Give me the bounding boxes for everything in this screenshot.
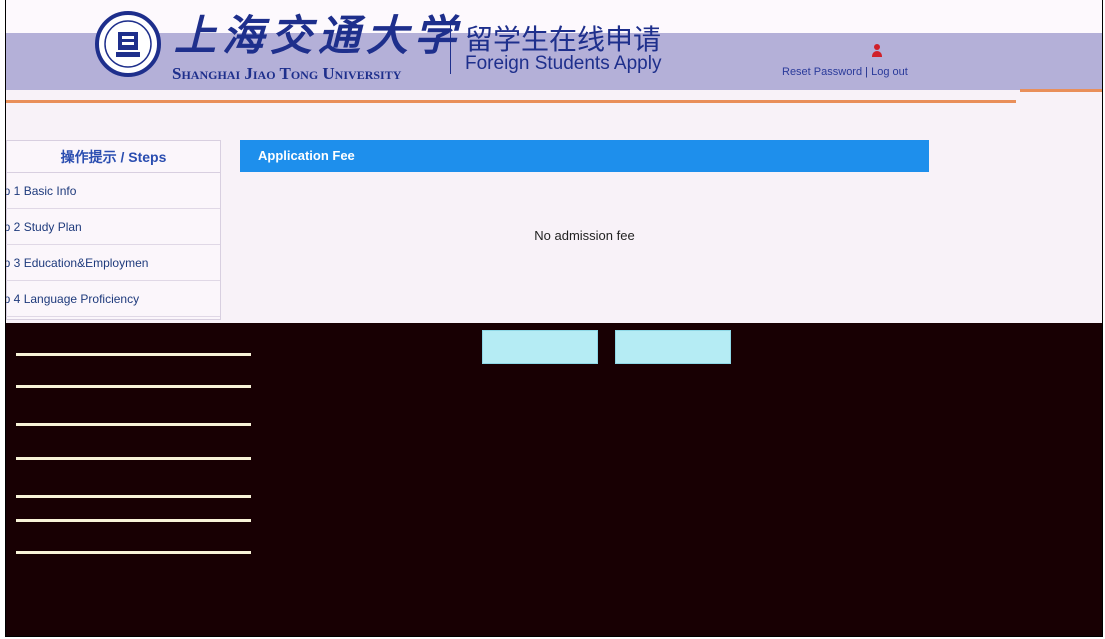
user-icon <box>872 44 882 58</box>
glitch-line <box>16 519 251 522</box>
university-name-cn: 上海交通大学 <box>174 11 463 60</box>
glitch-line <box>16 457 251 460</box>
sidebar-item-basic-info[interactable]: ep 1 Basic Info <box>6 173 220 209</box>
glitch-line <box>16 353 251 356</box>
panel-title: Application Fee <box>240 140 929 172</box>
log-out-link[interactable]: Log out <box>871 66 908 78</box>
glitch-line <box>16 551 251 554</box>
steps-title: 操作提示 / Steps <box>7 141 220 173</box>
university-seal-icon <box>95 11 161 77</box>
sidebar-item-education-employment[interactable]: ep 3 Education&Employmen <box>6 245 220 281</box>
glitch-line <box>16 423 251 426</box>
portal-title-en: Foreign Students Apply <box>465 53 662 74</box>
portal-title-cn: 留学生在线申请 <box>465 24 662 55</box>
glitch-line <box>16 385 251 388</box>
user-area: Reset Password | Log out <box>782 44 1062 84</box>
fee-message: No admission fee <box>534 228 635 243</box>
glitch-line <box>16 495 251 498</box>
save-and-previous-button[interactable] <box>482 330 598 364</box>
steps-sidebar: 操作提示 / Steps ep 1 Basic Info ep 2 Study … <box>6 140 221 320</box>
main-panel: Application Fee No admission fee <box>240 140 929 320</box>
header-accent-line <box>6 100 1016 103</box>
link-separator: | <box>862 66 872 78</box>
sidebar-item-language-proficiency[interactable]: ep 4 Language Proficiency <box>6 281 220 317</box>
corrupted-region <box>6 323 1102 636</box>
header-accent-line-right <box>1020 89 1102 92</box>
application-window: 上海交通大学 Shanghai Jiao Tong University 留学生… <box>5 0 1103 637</box>
save-and-next-button[interactable] <box>615 330 731 364</box>
site-header: 上海交通大学 Shanghai Jiao Tong University 留学生… <box>6 0 1102 90</box>
action-buttons <box>482 330 742 366</box>
header-divider <box>450 24 451 74</box>
reset-password-link[interactable]: Reset Password <box>782 66 862 78</box>
user-links: Reset Password | Log out <box>782 66 908 78</box>
sidebar-item-study-plan[interactable]: ep 2 Study Plan <box>6 209 220 245</box>
university-name-en: Shanghai Jiao Tong University <box>172 64 402 83</box>
